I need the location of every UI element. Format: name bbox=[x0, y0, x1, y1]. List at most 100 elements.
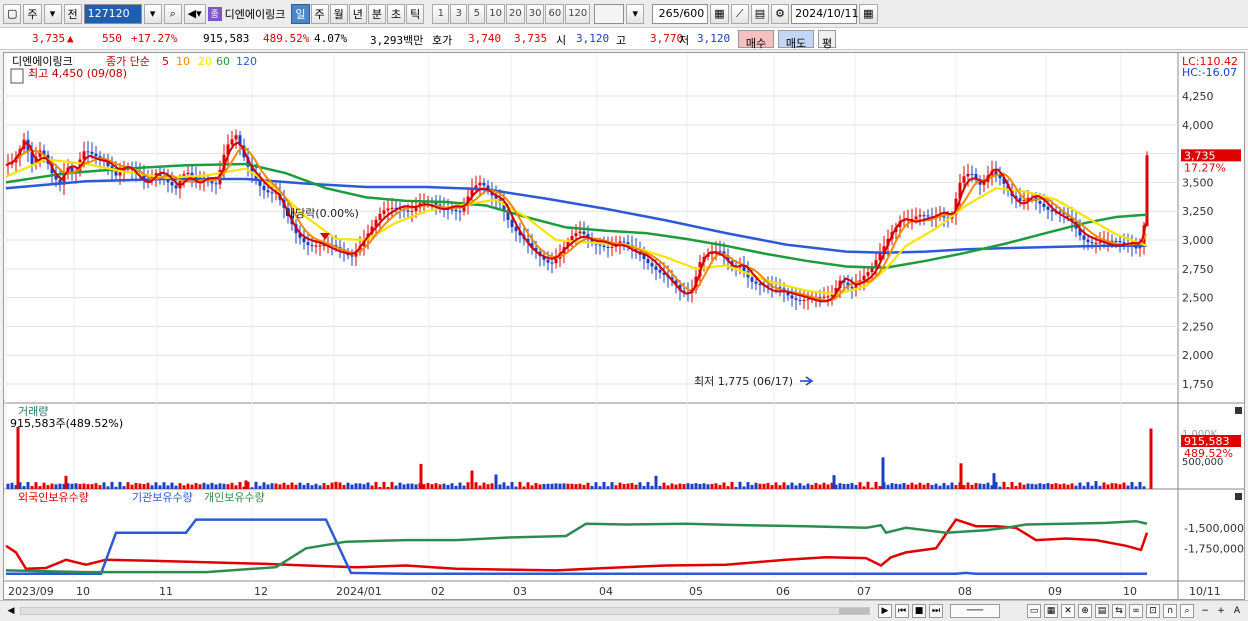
holding-legend-item: 기관보유수량 bbox=[132, 491, 193, 504]
search-chart-icon[interactable]: ⌕ bbox=[1180, 604, 1194, 618]
panel-close-icon bbox=[1235, 407, 1242, 414]
candle-body bbox=[262, 185, 266, 191]
sell-label: 매도 bbox=[785, 37, 807, 50]
candle-body bbox=[922, 215, 926, 217]
link-icon[interactable]: ∞ bbox=[1129, 604, 1143, 618]
x-tick-label: 02 bbox=[431, 585, 445, 598]
zoom-in-button[interactable]: + bbox=[1214, 604, 1228, 618]
candle-body bbox=[1098, 242, 1102, 244]
period-tab-0[interactable]: 일 bbox=[291, 3, 310, 24]
period-tab-4[interactable]: 분 bbox=[367, 3, 386, 24]
layout-icon[interactable]: ▭ bbox=[1027, 604, 1041, 618]
expand-icon bbox=[10, 68, 24, 84]
volume-bar bbox=[254, 481, 258, 489]
interval-custom-input[interactable] bbox=[594, 3, 625, 24]
count-input[interactable]: 265/600 bbox=[652, 3, 709, 24]
scroll-left-icon[interactable]: ◀ bbox=[4, 604, 18, 618]
scroll-thumb[interactable] bbox=[839, 608, 869, 614]
magnet-icon[interactable]: ∩ bbox=[1163, 604, 1177, 618]
bid-price-1: 3,740 bbox=[468, 32, 502, 45]
interval-button-120[interactable]: 120 bbox=[565, 3, 591, 24]
interval-button-3[interactable]: 3 bbox=[450, 3, 468, 24]
volume-bar bbox=[170, 482, 174, 489]
eval-button[interactable]: 평 bbox=[818, 30, 836, 50]
compare-icon[interactable]: ⇆ bbox=[1112, 604, 1126, 618]
buy-button[interactable]: 매수 bbox=[738, 30, 774, 50]
volume-bar bbox=[794, 485, 798, 489]
volume-bar bbox=[450, 483, 454, 489]
grid-icon[interactable]: ▦ bbox=[1044, 604, 1058, 618]
save-icon[interactable]: ▤ bbox=[750, 3, 770, 24]
calendar-icon[interactable]: ▦ bbox=[859, 3, 878, 24]
volume-bar bbox=[6, 483, 10, 489]
interval-button-20[interactable]: 20 bbox=[505, 3, 525, 24]
code-dropdown-icon[interactable]: ▾ bbox=[143, 3, 162, 24]
crosshair-icon[interactable]: ✕ bbox=[1061, 604, 1075, 618]
volume-bar bbox=[1010, 481, 1014, 489]
stock-chart-svg[interactable]: 1,750 2,000 2,250 2,500 2,750 3,000 3,250 3,500… bbox=[4, 53, 1244, 599]
x-tick-label: 06 bbox=[776, 585, 790, 598]
x-tick-label: 05 bbox=[689, 585, 703, 598]
volume-bar bbox=[346, 482, 350, 489]
period-tab-1[interactable]: 주 bbox=[310, 3, 329, 24]
y-tick-label: 2,000 bbox=[1182, 349, 1214, 362]
volume-bar bbox=[562, 483, 566, 489]
font-size-button[interactable]: A bbox=[1230, 604, 1244, 618]
candle-body bbox=[94, 153, 98, 157]
volume-bar bbox=[690, 483, 694, 489]
capture-icon[interactable]: ⊡ bbox=[1146, 604, 1160, 618]
speaker-icon[interactable]: ◀▾ bbox=[183, 3, 206, 24]
volume-bar bbox=[542, 483, 546, 489]
code-input[interactable]: 127120 bbox=[83, 3, 142, 24]
chart-area[interactable]: 1,750 2,000 2,250 2,500 2,750 3,000 3,250 3,500… bbox=[3, 52, 1245, 600]
candle-body bbox=[850, 286, 854, 289]
period-tab-6[interactable]: 틱 bbox=[406, 3, 425, 24]
period-tab-3[interactable]: 년 bbox=[348, 3, 367, 24]
window-icon[interactable]: ▢ bbox=[3, 3, 22, 24]
candle-body bbox=[186, 172, 190, 175]
current-price: 3,735 bbox=[32, 32, 66, 45]
volume-bar bbox=[190, 484, 194, 489]
volume-bar bbox=[738, 481, 742, 489]
first-page-icon[interactable]: ⏮ bbox=[895, 604, 909, 618]
volume-bar bbox=[182, 485, 186, 489]
sell-button[interactable]: 매도 bbox=[778, 30, 814, 50]
market-select[interactable]: 주 bbox=[23, 3, 42, 24]
period-tab-2[interactable]: 월 bbox=[329, 3, 348, 24]
last-page-icon[interactable]: ⏭ bbox=[929, 604, 943, 618]
date-input[interactable]: 2024/10/11 bbox=[791, 3, 859, 24]
volume-bar bbox=[710, 483, 714, 489]
period-tab-5[interactable]: 초 bbox=[387, 3, 406, 24]
volume-bar bbox=[490, 483, 494, 489]
market-dropdown-icon[interactable]: ▾ bbox=[43, 3, 62, 24]
prev-button[interactable]: 전 bbox=[63, 3, 82, 24]
interval-dropdown-icon[interactable]: ▾ bbox=[626, 3, 645, 24]
search-icon[interactable]: ⌕ bbox=[163, 3, 182, 24]
interval-button-10[interactable]: 10 bbox=[486, 3, 505, 24]
chart-settings-icon[interactable]: ▦ bbox=[710, 3, 729, 24]
candle-body bbox=[306, 242, 310, 245]
stop-icon[interactable]: ■ bbox=[912, 604, 926, 618]
zoom-icon[interactable]: ⊕ bbox=[1078, 604, 1092, 618]
scroll-right-icon[interactable]: ▶ bbox=[878, 604, 892, 618]
gear-icon[interactable]: ⚙ bbox=[771, 3, 790, 24]
volume-bar bbox=[1070, 483, 1074, 489]
volume-bar bbox=[626, 483, 630, 489]
interval-button-1[interactable]: 1 bbox=[432, 3, 450, 24]
holding-legend-item: 외국인보유수량 bbox=[18, 491, 89, 504]
interval-button-5[interactable]: 5 bbox=[468, 3, 486, 24]
volume-bar bbox=[278, 484, 282, 489]
scroll-track[interactable] bbox=[20, 607, 870, 615]
line-tool-icon[interactable]: ⟋ bbox=[730, 3, 749, 24]
zoom-out-button[interactable]: − bbox=[1198, 604, 1212, 618]
interval-button-30[interactable]: 30 bbox=[525, 3, 545, 24]
candle-body bbox=[718, 251, 722, 253]
volume-bar bbox=[850, 482, 854, 489]
candle-body bbox=[1118, 241, 1122, 243]
print-icon[interactable]: ▤ bbox=[1095, 604, 1109, 618]
volume-bar bbox=[1018, 482, 1022, 489]
interval-button-60[interactable]: 60 bbox=[545, 3, 565, 24]
volume-bar bbox=[1022, 484, 1026, 489]
zoom-slider[interactable]: ─── bbox=[950, 604, 1000, 618]
stock-chip[interactable]: 종 bbox=[207, 6, 222, 21]
